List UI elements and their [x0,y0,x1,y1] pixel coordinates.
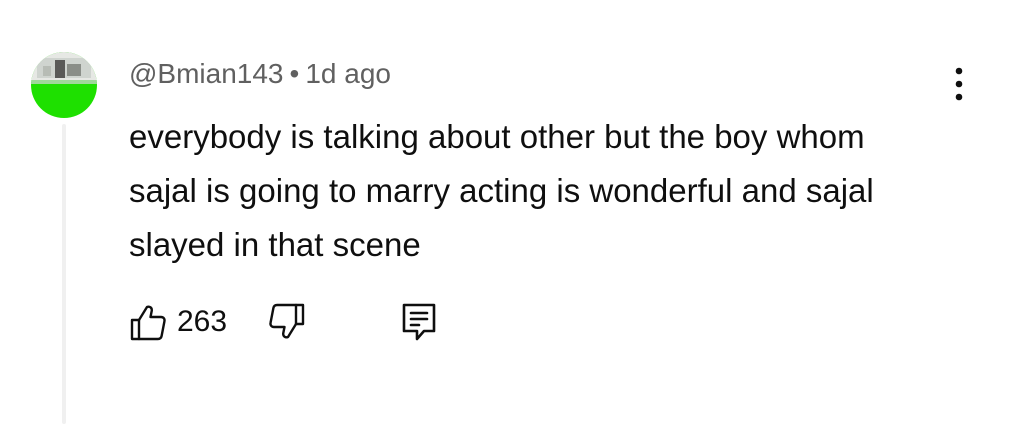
author-name[interactable]: @Bmian143 [129,58,284,89]
comment-actions: 263 [129,300,437,344]
reply-comment-icon [402,303,436,341]
like-button[interactable]: 263 [129,300,227,344]
dislike-button[interactable] [268,303,306,341]
comment-text: everybody is talking about other but the… [129,118,874,263]
thread-line [62,124,66,424]
thumbs-up-icon [130,305,166,341]
reply-button[interactable] [401,302,437,342]
thumbs-down-icon [269,303,305,339]
like-count: 263 [177,305,228,338]
avatar[interactable] [31,52,97,118]
meta-separator: • [289,58,300,89]
avatar-image [31,52,97,118]
comment-timestamp[interactable]: 1d ago [305,58,391,89]
more-options-button[interactable] [944,64,974,104]
more-vertical-icon [955,67,963,101]
comment-header: @Bmian143 • 1d ago [129,56,949,92]
comment: @Bmian143 • 1d ago everybody is talking ab… [129,56,949,272]
